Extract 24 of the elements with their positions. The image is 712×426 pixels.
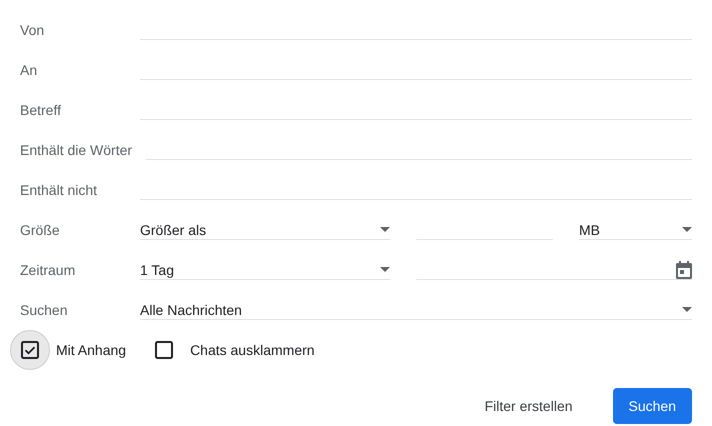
field-label: Enthält nicht xyxy=(20,181,98,200)
dropdown[interactable]: MB xyxy=(579,220,692,240)
checkbox[interactable] xyxy=(155,341,174,359)
dropdown-caret-icon xyxy=(682,307,692,312)
field-label: Zeitraum xyxy=(20,261,76,280)
field-label: Größe xyxy=(20,221,61,240)
search-button[interactable]: Suchen xyxy=(612,388,692,424)
field-label: Von xyxy=(20,21,46,40)
calendar-icon[interactable] xyxy=(676,260,692,278)
field-label: Betreff xyxy=(20,101,62,120)
field-label: An xyxy=(20,61,38,80)
dropdown[interactable]: Alle Nachrichten xyxy=(140,300,692,320)
create-filter-button[interactable]: Filter erstellen xyxy=(468,388,589,424)
dropdown-caret-icon xyxy=(380,267,390,272)
field-label: Enthält die Wörter xyxy=(20,141,134,160)
checkbox[interactable] xyxy=(21,341,39,359)
dropdown-caret-icon xyxy=(682,227,692,232)
dropdown[interactable]: 1 Tag xyxy=(140,260,390,280)
dropdown-caret-icon xyxy=(380,227,390,232)
checkbox-label: Chats ausklammern xyxy=(190,342,315,358)
dropdown[interactable]: Größer als xyxy=(140,220,390,240)
checkbox-label: Mit Anhang xyxy=(56,342,126,358)
date-field[interactable] xyxy=(416,260,692,280)
field-label: Suchen xyxy=(20,301,68,320)
